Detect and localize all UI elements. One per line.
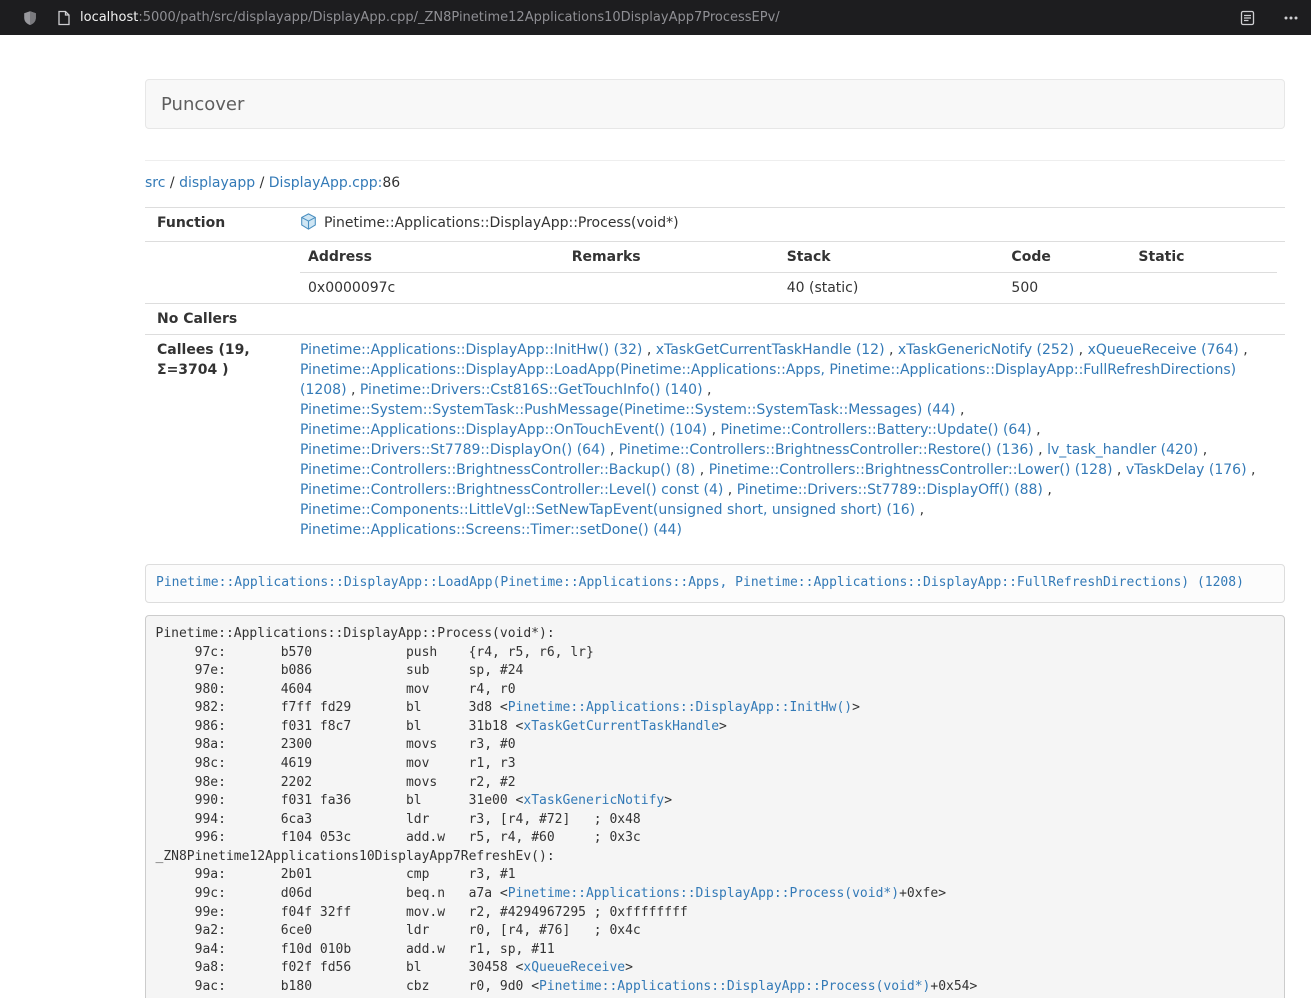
page-container: Puncover src / displayapp / DisplayApp.c… <box>145 35 1285 998</box>
breadcrumb-link[interactable]: src <box>145 175 165 191</box>
callee-link[interactable]: lv_task_handler (420) <box>1047 442 1198 458</box>
callee-link[interactable]: vTaskDelay (176) <box>1126 462 1247 478</box>
callee-link[interactable]: Pinetime::Drivers::St7789::DisplayOn() (… <box>300 442 605 458</box>
callee-link[interactable]: xQueueReceive (764) <box>1088 342 1239 358</box>
breadcrumb-link[interactable]: DisplayApp.cpp: <box>269 175 383 191</box>
stats-header-row: AddressRemarksStackCodeStatic <box>300 242 1277 273</box>
stats-value <box>564 273 779 304</box>
disassembly-code-block: Pinetime::Applications::DisplayApp::Proc… <box>145 615 1285 998</box>
divider <box>145 160 1285 161</box>
stats-value: 40 (static) <box>779 273 1004 304</box>
stats-value-row: 0x0000097c 40 (static)500 <box>300 273 1277 304</box>
site-page-icon <box>57 10 71 26</box>
breadcrumb-link[interactable]: displayapp <box>179 175 255 191</box>
stats-column-header: Address <box>300 242 564 273</box>
callee-link[interactable]: Pinetime::Drivers::Cst816S::GetTouchInfo… <box>360 382 703 398</box>
function-name: Pinetime::Applications::DisplayApp::Proc… <box>324 215 679 231</box>
callee-link[interactable]: xTaskGenericNotify (252) <box>898 342 1074 358</box>
breadcrumb-line-number: 86 <box>382 175 400 191</box>
stats-row-label <box>145 242 292 304</box>
callee-link[interactable]: Pinetime::Applications::DisplayApp::Init… <box>300 342 642 358</box>
stats-value <box>1130 273 1277 304</box>
callee-link[interactable]: xTaskGetCurrentTaskHandle (12) <box>656 342 885 358</box>
callee-link[interactable]: Pinetime::Controllers::BrightnessControl… <box>709 462 1113 478</box>
stats-table: AddressRemarksStackCodeStatic 0x0000097c… <box>300 242 1277 303</box>
callee-link[interactable]: Pinetime::Controllers::BrightnessControl… <box>300 482 723 498</box>
browser-topbar: localhost:5000/path/src/displayapp/Displ… <box>0 0 1311 35</box>
no-callers-row: No Callers <box>145 304 1285 335</box>
navbar: Puncover <box>145 79 1285 129</box>
shield-icon[interactable] <box>22 10 38 26</box>
callees-label: Callees (19, Σ=3704 ) <box>145 335 292 546</box>
callee-link[interactable]: Pinetime::System::SystemTask::PushMessag… <box>300 402 956 418</box>
breadcrumb: src / displayapp / DisplayApp.cpp:86 <box>145 175 1285 191</box>
no-callers-cell <box>292 304 1285 335</box>
brand-link[interactable]: Puncover <box>146 94 259 115</box>
stats-column-header: Remarks <box>564 242 779 273</box>
url-field[interactable]: localhost:5000/path/src/displayapp/Displ… <box>80 10 780 25</box>
symbol-table: Function Pinetime::Applications::Display… <box>145 207 1285 545</box>
reader-view-icon[interactable] <box>1240 10 1255 26</box>
stats-cell: AddressRemarksStackCodeStatic 0x0000097c… <box>292 242 1285 304</box>
disasm-symbol-link[interactable]: xTaskGenericNotify <box>523 793 664 808</box>
callees-list: Pinetime::Applications::DisplayApp::Init… <box>292 335 1285 546</box>
callee-link[interactable]: Pinetime::Drivers::St7789::DisplayOff() … <box>737 482 1043 498</box>
stats-column-header: Stack <box>779 242 1004 273</box>
stats-row: AddressRemarksStackCodeStatic 0x0000097c… <box>145 242 1285 304</box>
callee-link[interactable]: Pinetime::Applications::DisplayApp::OnTo… <box>300 422 707 438</box>
callee-link[interactable]: Pinetime::Controllers::BrightnessControl… <box>300 462 695 478</box>
highlighted-symbol-link[interactable]: Pinetime::Applications::DisplayApp::Load… <box>156 575 1244 590</box>
stats-column-header: Code <box>1003 242 1130 273</box>
function-cell: Pinetime::Applications::DisplayApp::Proc… <box>292 208 1285 242</box>
disasm-symbol-link[interactable]: Pinetime::Applications::DisplayApp::Proc… <box>508 886 899 901</box>
disasm-symbol-link[interactable]: Pinetime::Applications::DisplayApp::Proc… <box>539 979 930 994</box>
callee-link[interactable]: Pinetime::Components::LittleVgl::SetNewT… <box>300 502 915 518</box>
url-host: localhost <box>80 10 138 25</box>
highlighted-symbol-box: Pinetime::Applications::DisplayApp::Load… <box>145 564 1285 603</box>
callee-link[interactable]: Pinetime::Controllers::BrightnessControl… <box>619 442 1034 458</box>
stats-column-header: Static <box>1130 242 1277 273</box>
callee-link[interactable]: Pinetime::Applications::Screens::Timer::… <box>300 522 682 538</box>
callee-link[interactable]: Pinetime::Controllers::Battery::Update()… <box>720 422 1031 438</box>
url-path: :5000/path/src/displayapp/DisplayApp.cpp… <box>138 10 779 25</box>
callees-row: Callees (19, Σ=3704 ) Pinetime::Applicat… <box>145 335 1285 546</box>
function-row-label: Function <box>145 208 292 242</box>
stats-value: 0x0000097c <box>300 273 564 304</box>
no-callers-label: No Callers <box>145 304 292 335</box>
function-icon <box>300 213 317 236</box>
disasm-symbol-link[interactable]: xTaskGetCurrentTaskHandle <box>523 719 719 734</box>
function-row: Function Pinetime::Applications::Display… <box>145 208 1285 242</box>
stats-value: 500 <box>1003 273 1130 304</box>
disasm-symbol-link[interactable]: Pinetime::Applications::DisplayApp::Init… <box>508 700 852 715</box>
disasm-symbol-link[interactable]: xQueueReceive <box>523 960 625 975</box>
menu-dots-icon[interactable] <box>1283 10 1299 26</box>
